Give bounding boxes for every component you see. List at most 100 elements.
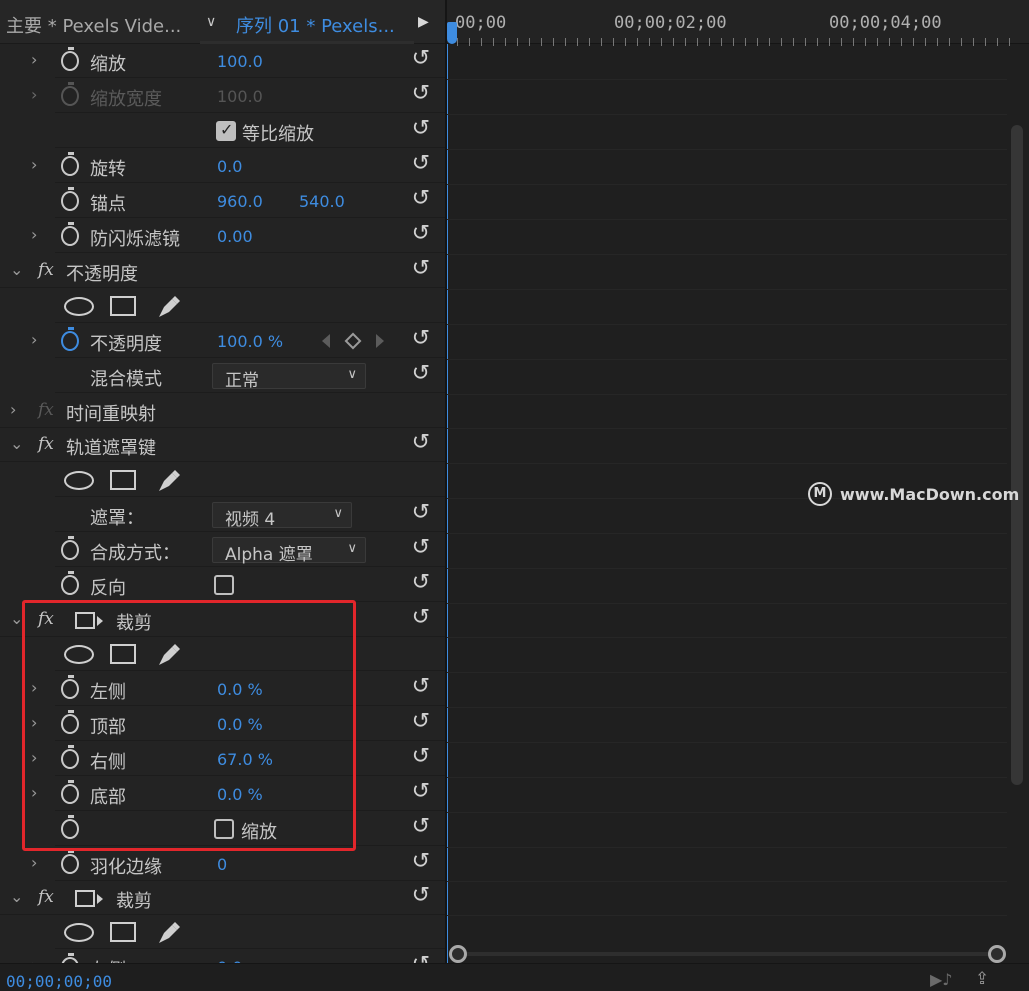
pen-mask-icon[interactable] (155, 642, 181, 668)
effect-header-crop[interactable]: ⌄ fx 裁剪 ↺ (0, 603, 446, 637)
stopwatch-icon[interactable] (61, 152, 79, 176)
reset-icon[interactable]: ↺ (412, 257, 430, 281)
effect-header-track-matte[interactable]: ⌄ fx 轨道遮罩键 ↺ (0, 428, 446, 462)
stopwatch-icon[interactable] (61, 571, 79, 595)
stopwatch-icon[interactable] (61, 327, 79, 351)
chevron-down-icon[interactable]: ⌄ (10, 609, 23, 628)
pen-mask-icon[interactable] (155, 468, 181, 494)
chevron-right-icon[interactable]: › (31, 783, 37, 802)
reset-icon[interactable]: ↺ (412, 850, 430, 874)
rotation-value[interactable]: 0.0 (217, 157, 242, 176)
rect-mask-icon[interactable] (110, 470, 136, 490)
reset-icon[interactable]: ↺ (412, 536, 430, 560)
reset-icon[interactable]: ↺ (412, 187, 430, 211)
ellipse-mask-icon[interactable] (64, 471, 94, 490)
stopwatch-icon[interactable] (61, 850, 79, 874)
blend-mode-select[interactable]: 正常 ∨ (212, 363, 366, 391)
reset-icon[interactable]: ↺ (412, 327, 430, 351)
next-keyframe-icon[interactable] (376, 334, 384, 348)
chevron-right-icon[interactable]: › (31, 85, 37, 104)
uniform-scale-checkbox[interactable] (216, 120, 236, 141)
effect-header-opacity[interactable]: ⌄ fx 不透明度 ↺ (0, 254, 446, 288)
ellipse-mask-icon[interactable] (64, 923, 94, 942)
effect-header-time-remap[interactable]: › fx 时间重映射 (0, 394, 446, 428)
fx-icon[interactable]: fx (38, 260, 54, 280)
chevron-down-icon[interactable]: ⌄ (10, 260, 23, 279)
ellipse-mask-icon[interactable] (64, 297, 94, 316)
tab-source-clip[interactable]: 主要 * Pexels Vide... (6, 12, 181, 38)
reset-icon[interactable]: ↺ (412, 780, 430, 804)
reset-icon[interactable]: ↺ (412, 431, 430, 455)
reset-icon[interactable]: ↺ (412, 571, 430, 595)
crop-top-value[interactable]: 0.0 % (217, 715, 263, 734)
fx-icon[interactable]: fx (38, 887, 54, 907)
scale-value[interactable]: 100.0 (217, 52, 263, 71)
prev-keyframe-icon[interactable] (322, 334, 330, 348)
reset-icon[interactable]: ↺ (412, 710, 430, 734)
stopwatch-icon[interactable] (61, 187, 79, 211)
chevron-right-icon[interactable]: › (31, 713, 37, 732)
reset-icon[interactable]: ↺ (412, 501, 430, 525)
anchor-x-value[interactable]: 960.0 (217, 192, 263, 211)
composite-select[interactable]: Alpha 遮罩 ∨ (212, 537, 366, 565)
vertical-scrollbar[interactable] (1011, 125, 1023, 785)
stopwatch-icon[interactable] (61, 675, 79, 699)
stopwatch-icon[interactable] (61, 710, 79, 734)
zoom-handle-left[interactable] (449, 945, 467, 963)
feather-value[interactable]: 0 (217, 855, 227, 874)
playhead-handle[interactable] (447, 22, 457, 44)
tab-sequence[interactable]: 序列 01 * Pexels... (236, 12, 395, 38)
current-timecode[interactable]: 00;00;00;00 (6, 972, 112, 991)
rect-mask-icon[interactable] (110, 922, 136, 942)
reverse-checkbox[interactable] (214, 575, 234, 595)
export-icon[interactable]: ⇪ (975, 969, 989, 989)
opacity-value[interactable]: 100.0 % (217, 332, 283, 351)
reset-icon[interactable]: ↺ (412, 47, 430, 71)
matte-select[interactable]: 视频 4 ∨ (212, 502, 352, 530)
stopwatch-icon[interactable] (61, 47, 79, 71)
reset-icon[interactable]: ↺ (412, 152, 430, 176)
anti-flicker-value[interactable]: 0.00 (217, 227, 253, 246)
effect-header-crop-2[interactable]: ⌄ fx 裁剪 ↺ (0, 881, 446, 915)
play-audio-icon[interactable]: ▶♪ (930, 970, 953, 989)
chevron-right-icon[interactable]: › (31, 50, 37, 69)
chevron-right-icon[interactable]: › (31, 155, 37, 174)
play-icon[interactable]: ▶ (418, 14, 429, 30)
chevron-right-icon[interactable]: › (31, 748, 37, 767)
pen-mask-icon[interactable] (155, 294, 181, 320)
chevron-right-icon[interactable]: › (10, 400, 16, 419)
pen-mask-icon[interactable] (155, 920, 181, 946)
crop-left-value[interactable]: 0.0 % (217, 680, 263, 699)
add-keyframe-icon[interactable] (344, 332, 362, 350)
fx-icon[interactable]: fx (38, 434, 54, 454)
chevron-right-icon[interactable]: › (31, 853, 37, 872)
reset-icon[interactable]: ↺ (412, 815, 430, 839)
rect-mask-icon[interactable] (110, 296, 136, 316)
stopwatch-icon[interactable] (61, 536, 79, 560)
chevron-down-icon[interactable]: ⌄ (10, 887, 23, 906)
chevron-down-icon[interactable]: ∨ (206, 14, 216, 30)
chevron-right-icon[interactable]: › (31, 225, 37, 244)
reset-icon[interactable]: ↺ (412, 606, 430, 630)
zoom-handle-right[interactable] (988, 945, 1006, 963)
crop-right-value[interactable]: 67.0 % (217, 750, 273, 769)
scrollbar-track[interactable] (459, 952, 1001, 956)
time-ruler[interactable]: 00;00 00;00;02;00 00;00;04;00 (447, 0, 1029, 46)
chevron-right-icon[interactable]: › (31, 330, 37, 349)
anchor-y-value[interactable]: 540.0 (299, 192, 345, 211)
rect-mask-icon[interactable] (110, 644, 136, 664)
chevron-down-icon[interactable]: ⌄ (10, 434, 23, 453)
reset-icon[interactable]: ↺ (412, 222, 430, 246)
reset-icon[interactable]: ↺ (412, 745, 430, 769)
stopwatch-icon[interactable] (61, 745, 79, 769)
stopwatch-icon[interactable] (61, 780, 79, 804)
reset-icon[interactable]: ↺ (412, 884, 430, 908)
reset-icon[interactable]: ↺ (412, 82, 430, 106)
stopwatch-icon[interactable] (61, 815, 79, 839)
reset-icon[interactable]: ↺ (412, 675, 430, 699)
crop-bottom-value[interactable]: 0.0 % (217, 785, 263, 804)
stopwatch-icon[interactable] (61, 222, 79, 246)
fx-icon[interactable]: fx (38, 609, 54, 629)
reset-icon[interactable]: ↺ (412, 117, 430, 141)
reset-icon[interactable]: ↺ (412, 362, 430, 386)
